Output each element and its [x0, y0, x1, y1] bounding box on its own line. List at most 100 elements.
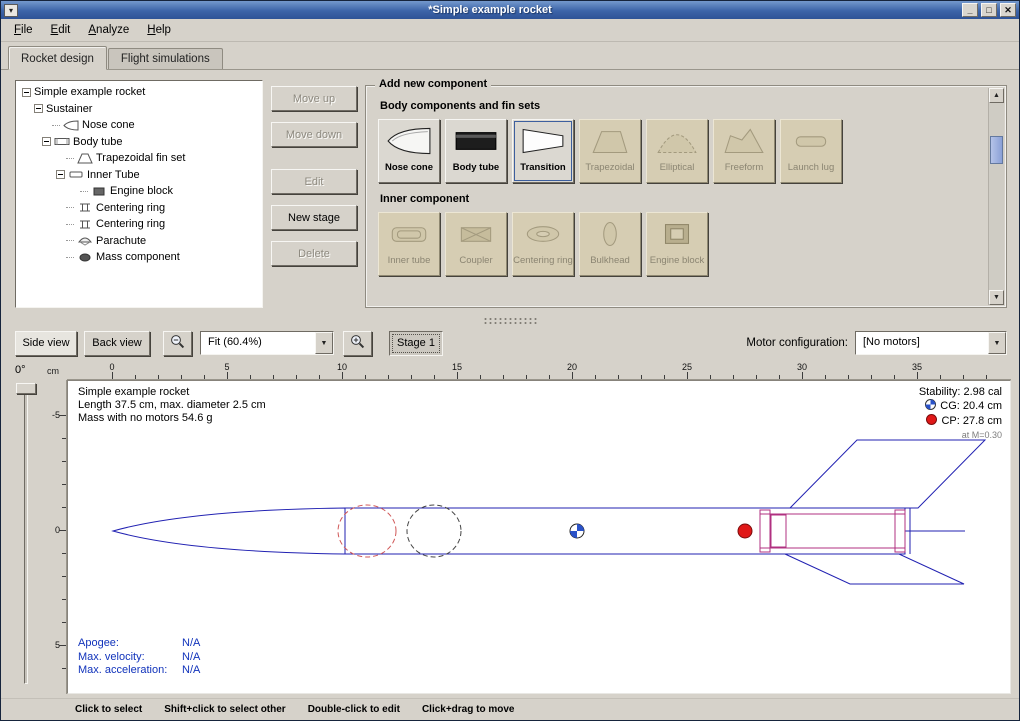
- zoom-select[interactable]: Fit (60.4%) ▼: [200, 331, 334, 355]
- add-engine-block-button[interactable]: Engine block: [646, 212, 708, 276]
- move-up-button[interactable]: Move up: [271, 86, 357, 111]
- rotation-slider-track[interactable]: [24, 388, 28, 684]
- apogee-label: Apogee:: [78, 637, 182, 651]
- add-freeform-fin-button[interactable]: Freeform: [713, 119, 775, 183]
- motor-configuration-select[interactable]: [No motors] ▼: [855, 331, 1007, 355]
- tab-rocket-design[interactable]: Rocket design: [8, 46, 107, 70]
- edit-button[interactable]: Edit: [271, 169, 357, 194]
- maximize-button[interactable]: □: [981, 3, 997, 17]
- menu-help[interactable]: Help: [138, 21, 180, 39]
- close-button[interactable]: ✕: [1000, 3, 1016, 17]
- stability-text: Stability: 2.98 cal: [919, 386, 1002, 399]
- tree-item-centering-ring-1[interactable]: Centering ring: [18, 200, 260, 217]
- add-component-title: Add new component: [375, 78, 491, 90]
- hint-shift-click: Shift+click to select other: [164, 704, 285, 715]
- tree-item-body-tube[interactable]: Body tube: [18, 134, 260, 151]
- rocket-view-area: 0° cm 0 5 10 15 20 25 30 35 -5 0 5: [1, 360, 1019, 698]
- tree-item-label: Mass component: [96, 251, 180, 263]
- tree-expander-icon[interactable]: [56, 170, 65, 179]
- tree-item-label: Sustainer: [46, 103, 92, 115]
- delete-button[interactable]: Delete: [271, 241, 357, 266]
- tree-item-mass-component[interactable]: Mass component: [18, 249, 260, 266]
- add-trapezoidal-fin-button[interactable]: Trapezoidal: [579, 119, 641, 183]
- tree-item-centering-ring-2[interactable]: Centering ring: [18, 216, 260, 233]
- apogee-value: N/A: [182, 637, 200, 649]
- rocket-name-text: Simple example rocket: [78, 386, 266, 399]
- rocket-info-block: Simple example rocket Length 37.5 cm, ma…: [78, 386, 266, 425]
- add-transition-button[interactable]: Transition: [512, 119, 574, 183]
- nose-cone-icon: [386, 125, 432, 160]
- parachute-icon: [77, 235, 93, 246]
- tree-item-rocket[interactable]: Simple example rocket: [18, 84, 260, 101]
- menu-edit[interactable]: Edit: [42, 21, 80, 39]
- chevron-down-icon[interactable]: ▼: [988, 332, 1006, 354]
- inner-component-section-label: Inner component: [380, 193, 980, 205]
- cg-text: CG: 20.4 cm: [940, 400, 1002, 413]
- add-body-tube-button[interactable]: Body tube: [445, 119, 507, 183]
- tree-expander-icon[interactable]: [22, 88, 31, 97]
- new-stage-button[interactable]: New stage: [271, 205, 357, 230]
- panel-splitter[interactable]: [1, 314, 1019, 326]
- add-launch-lug-button[interactable]: Launch lug: [780, 119, 842, 183]
- rotation-slider-thumb[interactable]: [16, 383, 36, 394]
- move-down-button[interactable]: Move down: [271, 122, 357, 147]
- cp-icon: [926, 414, 937, 429]
- vertical-ruler: -5 0 5: [45, 380, 67, 694]
- tree-expander-icon[interactable]: [42, 137, 51, 146]
- menu-file[interactable]: File: [5, 21, 42, 39]
- motor-configuration-label: Motor configuration:: [746, 337, 848, 349]
- add-nose-cone-button[interactable]: Nose cone: [378, 119, 440, 183]
- side-view-button[interactable]: Side view: [15, 331, 77, 356]
- tree-item-label: Body tube: [73, 136, 123, 148]
- tree-item-sustainer[interactable]: Sustainer: [18, 101, 260, 118]
- stability-block: Stability: 2.98 cal CG: 20.4 cm CP: 27.8…: [919, 386, 1002, 442]
- tab-flight-simulations[interactable]: Flight simulations: [108, 48, 223, 69]
- max-acceleration-label: Max. acceleration:: [78, 664, 182, 678]
- tree-expander-icon[interactable]: [34, 104, 43, 113]
- chevron-down-icon[interactable]: ▼: [315, 332, 333, 354]
- window-menu-icon[interactable]: ▾: [4, 4, 18, 17]
- body-tube-icon: [54, 136, 70, 147]
- tree-item-engine-block[interactable]: Engine block: [18, 183, 260, 200]
- menu-analyze[interactable]: Analyze: [79, 21, 138, 39]
- tree-item-label: Simple example rocket: [34, 86, 145, 98]
- rocket-canvas[interactable]: Simple example rocket Length 37.5 cm, ma…: [67, 380, 1011, 694]
- centering-ring-icon: [77, 219, 93, 230]
- tree-item-trapezoidal-fin-set[interactable]: Trapezoidal fin set: [18, 150, 260, 167]
- launch-lug-icon: [788, 125, 834, 160]
- minimize-button[interactable]: _: [962, 3, 978, 17]
- component-tree[interactable]: Simple example rocket Sustainer Nose con…: [15, 80, 263, 308]
- tree-item-inner-tube[interactable]: Inner Tube: [18, 167, 260, 184]
- tree-item-parachute[interactable]: Parachute: [18, 233, 260, 250]
- tree-item-label: Parachute: [96, 235, 146, 247]
- fin-set-icon: [77, 153, 93, 164]
- zoom-out-button[interactable]: [163, 331, 192, 356]
- mass-component-icon: [77, 252, 93, 263]
- tree-line: [52, 125, 60, 126]
- bulkhead-icon: [587, 218, 633, 253]
- tree-line: [66, 158, 74, 159]
- add-bulkhead-button[interactable]: Bulkhead: [579, 212, 641, 276]
- add-centering-ring-button[interactable]: Centering ring: [512, 212, 574, 276]
- stage-1-toggle[interactable]: Stage 1: [389, 331, 443, 356]
- zoom-in-button[interactable]: [343, 331, 372, 356]
- tree-item-label: Engine block: [110, 185, 173, 197]
- add-inner-tube-button[interactable]: Inner tube: [378, 212, 440, 276]
- inner-tube-icon: [386, 218, 432, 253]
- scroll-down-icon[interactable]: ▼: [989, 290, 1004, 305]
- hint-click-to-select: Click to select: [75, 704, 142, 715]
- scroll-up-icon[interactable]: ▲: [989, 88, 1004, 103]
- splitter-grip-icon: [483, 317, 537, 324]
- add-coupler-button[interactable]: Coupler: [445, 212, 507, 276]
- rotation-angle-label: 0°: [7, 362, 45, 380]
- tree-item-nose-cone[interactable]: Nose cone: [18, 117, 260, 134]
- rotation-slider[interactable]: [7, 380, 45, 694]
- zoom-out-icon: [170, 334, 185, 352]
- scrollbar-thumb[interactable]: [990, 136, 1003, 164]
- back-view-button[interactable]: Back view: [84, 331, 150, 356]
- tree-line: [66, 224, 74, 225]
- add-elliptical-fin-button[interactable]: Elliptical: [646, 119, 708, 183]
- component-panel-scrollbar[interactable]: ▲ ▼: [988, 88, 1004, 305]
- transition-icon: [520, 125, 566, 160]
- statusbar: Click to select Shift+click to select ot…: [1, 698, 1019, 720]
